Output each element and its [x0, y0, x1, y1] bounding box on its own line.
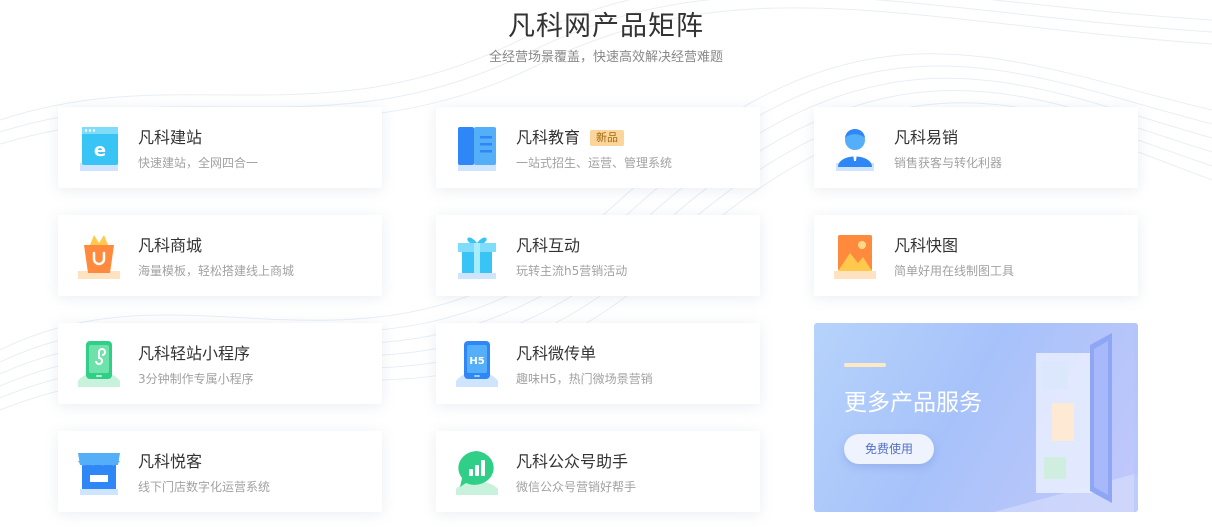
open-door-illustration — [994, 323, 1138, 512]
product-desc: 简单好用在线制图工具 — [894, 264, 1015, 278]
education-book-icon — [458, 127, 496, 171]
gift-box-icon — [458, 237, 496, 279]
product-name: 凡科建站 — [138, 128, 203, 147]
product-card-yueke[interactable]: 凡科悦客 线下门店数字化运营系统 — [58, 431, 382, 512]
chat-chart-icon — [456, 451, 498, 495]
promo-title: 更多产品服务 — [844, 390, 982, 416]
product-card-weichuandan[interactable]: H5 凡科微传单 趣味H5，热门微场景营销 — [436, 323, 760, 404]
product-desc: 微信公众号营销好帮手 — [516, 480, 637, 494]
product-name: 凡科微传单 — [516, 344, 597, 363]
product-desc: 快速建站，全网四合一 — [138, 156, 259, 170]
svg-text:e: e — [94, 140, 106, 161]
product-desc: 一站式招生、运营、管理系统 — [516, 156, 673, 170]
mini-program-phone-icon — [78, 341, 120, 387]
product-card-hudong[interactable]: 凡科互动 玩转主流h5营销活动 — [436, 215, 760, 296]
product-desc: 趣味H5，热门微场景营销 — [516, 372, 653, 386]
product-desc: 线下门店数字化运营系统 — [138, 480, 271, 494]
website-icon: e — [80, 127, 118, 171]
product-name: 凡科公众号助手 — [516, 452, 629, 471]
accent-dash — [844, 363, 886, 367]
product-card-gongzhonghao[interactable]: 凡科公众号助手 微信公众号营销好帮手 — [436, 431, 760, 512]
product-desc: 销售获客与转化利器 — [894, 156, 1003, 170]
product-card-shangcheng[interactable]: 凡科商城 海量模板，轻松搭建线上商城 — [58, 215, 382, 296]
picture-icon — [834, 235, 876, 279]
product-card-yixiao[interactable]: 凡科易销 销售获客与转化利器 — [814, 107, 1138, 188]
product-desc: 海量模板，轻松搭建线上商城 — [138, 264, 295, 278]
storefront-icon — [78, 453, 120, 495]
page-subtitle: 全经营场景覆盖，快速高效解决经营难题 — [488, 50, 723, 65]
svg-text:H5: H5 — [469, 356, 484, 367]
product-name: 凡科悦客 — [138, 452, 203, 471]
product-card-qingzhan[interactable]: 凡科轻站小程序 3分钟制作专属小程序 — [58, 323, 382, 404]
product-desc: 3分钟制作专属小程序 — [138, 372, 254, 386]
product-card-jianzhan[interactable]: e 凡科建站 快速建站，全网四合一 — [58, 107, 382, 188]
h5-phone-icon: H5 — [456, 341, 498, 387]
salesperson-icon — [836, 129, 874, 171]
shopping-bag-icon — [78, 235, 120, 279]
new-badge: 新品 — [590, 130, 625, 146]
product-name: 凡科轻站小程序 — [138, 344, 251, 363]
product-card-kuaitu[interactable]: 凡科快图 简单好用在线制图工具 — [814, 215, 1138, 296]
product-name: 凡科快图 — [894, 236, 959, 255]
product-name: 凡科互动 — [516, 236, 581, 255]
product-card-jiaoyu[interactable]: 凡科教育 新品 一站式招生、运营、管理系统 — [436, 107, 760, 188]
product-name: 凡科易销 — [894, 128, 959, 147]
more-products-banner[interactable]: 更多产品服务 免费使用 — [814, 323, 1138, 512]
page-title: 凡科网产品矩阵 — [508, 11, 704, 42]
product-name: 凡科商城 — [138, 236, 203, 255]
product-desc: 玩转主流h5营销活动 — [516, 264, 628, 278]
product-name: 凡科教育 新品 — [516, 124, 625, 148]
free-use-button[interactable]: 免费使用 — [844, 434, 934, 464]
